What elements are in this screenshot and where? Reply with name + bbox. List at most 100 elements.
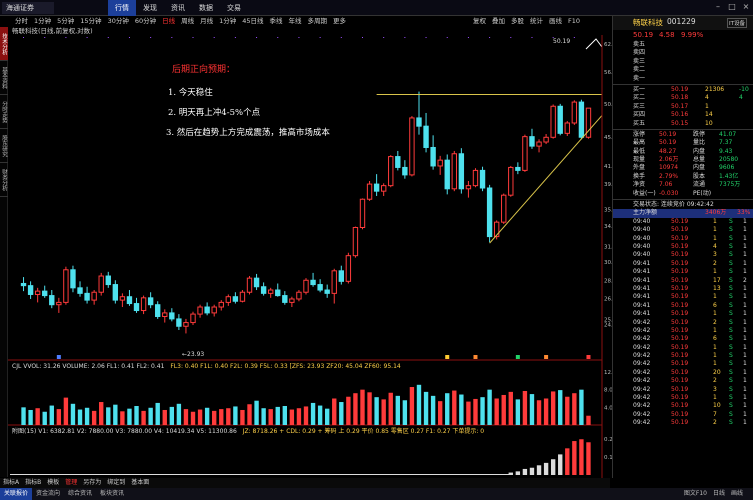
period-tab[interactable]: 日线: [159, 16, 178, 27]
indicator-tab[interactable]: 管理: [62, 478, 80, 488]
candle-body[interactable]: [479, 169, 486, 189]
candle-body[interactable]: [409, 117, 415, 176]
candle-body[interactable]: [550, 105, 556, 138]
buy-order-row[interactable]: 买五 50.15 10: [613, 120, 753, 128]
candle-body[interactable]: [564, 122, 570, 134]
candle-body[interactable]: [133, 303, 140, 312]
sell-order-row[interactable]: 卖一: [613, 75, 753, 83]
candle-body[interactable]: [20, 282, 27, 287]
candle-body[interactable]: [289, 298, 295, 303]
close-icon[interactable]: ×: [741, 2, 751, 12]
toolbar-f10[interactable]: F10: [565, 16, 583, 27]
candle-body[interactable]: [42, 290, 48, 297]
menu-news[interactable]: 资讯: [164, 0, 192, 16]
event-marker[interactable]: [586, 355, 591, 359]
status-sector[interactable]: 板块资讯: [96, 488, 128, 500]
candle-body[interactable]: [373, 183, 380, 192]
tab-technical[interactable]: 技术分析: [0, 27, 8, 61]
candle-body[interactable]: [388, 156, 394, 187]
candle-body[interactable]: [352, 226, 359, 257]
event-marker[interactable]: [473, 355, 478, 359]
candle-body[interactable]: [578, 101, 585, 138]
maximize-icon[interactable]: □: [727, 2, 737, 12]
candle-body[interactable]: [508, 166, 514, 196]
candle-body[interactable]: [246, 277, 253, 293]
kline-chart[interactable]: 62.00 56.51 50.84 45.61 41.47 39.12 35.97 34.09…: [8, 35, 612, 478]
toolbar-draw[interactable]: 画线: [546, 16, 565, 27]
period-tab[interactable]: 年线: [286, 16, 305, 27]
toolbar-stats[interactable]: 统计: [527, 16, 546, 27]
candle-body[interactable]: [501, 194, 507, 223]
candle-body[interactable]: [359, 198, 366, 228]
candle-body[interactable]: [282, 295, 288, 303]
minimize-icon[interactable]: –: [713, 2, 723, 12]
toolbar-multi[interactable]: 多股: [508, 16, 527, 27]
candle-body[interactable]: [112, 284, 119, 301]
candle-body[interactable]: [84, 292, 90, 301]
candle-body[interactable]: [529, 136, 535, 147]
candle-body[interactable]: [197, 306, 203, 315]
indicator-tab[interactable]: 模板: [44, 478, 62, 488]
period-tab[interactable]: 60分钟: [132, 16, 159, 27]
candle-body[interactable]: [63, 269, 69, 303]
candle-body[interactable]: [423, 125, 429, 148]
menu-market[interactable]: 行情: [108, 0, 136, 16]
candle-body[interactable]: [571, 101, 578, 124]
candle-body[interactable]: [169, 312, 175, 320]
period-tab[interactable]: 45日线: [239, 16, 266, 27]
toolbar-overlay[interactable]: 叠加: [489, 16, 508, 27]
candle-body[interactable]: [98, 275, 104, 293]
candle-body[interactable]: [70, 269, 76, 289]
indicator-tab[interactable]: 另存为: [80, 478, 104, 488]
candle-body[interactable]: [56, 301, 62, 306]
candle-body[interactable]: [260, 286, 267, 294]
tab-basic-info[interactable]: 基本资料: [0, 61, 8, 95]
status-quote[interactable]: 关联报价: [0, 488, 33, 500]
candle-body[interactable]: [472, 169, 479, 187]
period-tab[interactable]: 分时: [12, 16, 31, 27]
candle-body[interactable]: [331, 270, 337, 294]
candle-body[interactable]: [458, 153, 465, 190]
candle-body[interactable]: [275, 289, 281, 297]
event-marker[interactable]: [56, 355, 61, 359]
indicator-tab[interactable]: 指标A: [0, 478, 22, 488]
buy-order-row[interactable]: 买三 50.17 1: [613, 103, 753, 111]
status-f10[interactable]: 图文F10: [684, 488, 707, 500]
candle-body[interactable]: [395, 156, 401, 168]
candle-body[interactable]: [515, 166, 521, 171]
candle-body[interactable]: [345, 255, 352, 282]
period-tab[interactable]: 更多: [330, 16, 349, 27]
candle-body[interactable]: [155, 304, 161, 317]
sell-order-row[interactable]: 卖三: [613, 58, 753, 66]
candle-body[interactable]: [162, 312, 168, 317]
period-tab[interactable]: 周线: [178, 16, 197, 27]
period-tab[interactable]: 30分钟: [105, 16, 132, 27]
period-tab[interactable]: 月线: [197, 16, 216, 27]
candle-body[interactable]: [303, 279, 309, 293]
candle-body[interactable]: [296, 291, 302, 300]
candle-body[interactable]: [317, 284, 323, 291]
candle-body[interactable]: [522, 136, 528, 171]
candle-body[interactable]: [225, 296, 232, 303]
event-marker[interactable]: [515, 355, 520, 359]
industry-tag[interactable]: IT设备: [727, 18, 747, 28]
status-draw[interactable]: 画线: [731, 488, 743, 500]
candle-body[interactable]: [486, 187, 493, 238]
candle-body[interactable]: [543, 136, 549, 143]
candle-body[interactable]: [430, 146, 436, 167]
buy-order-row[interactable]: 买四 50.16 14: [613, 111, 753, 119]
candle-body[interactable]: [204, 306, 210, 314]
status-news[interactable]: 综合资讯: [64, 488, 96, 500]
candle-body[interactable]: [536, 141, 542, 147]
menu-data[interactable]: 数据: [192, 0, 220, 16]
sell-order-row[interactable]: 卖二: [613, 66, 753, 74]
candle-body[interactable]: [140, 297, 147, 312]
period-tab[interactable]: 多周期: [305, 16, 331, 27]
buy-order-row[interactable]: 买二 50.18 4 4: [613, 94, 753, 102]
candle-body[interactable]: [402, 166, 408, 176]
indicator-tab[interactable]: 指标B: [22, 478, 44, 488]
candle-body[interactable]: [176, 318, 182, 327]
candle-body[interactable]: [416, 117, 422, 127]
candle-body[interactable]: [49, 295, 55, 306]
candle-body[interactable]: [27, 285, 34, 295]
